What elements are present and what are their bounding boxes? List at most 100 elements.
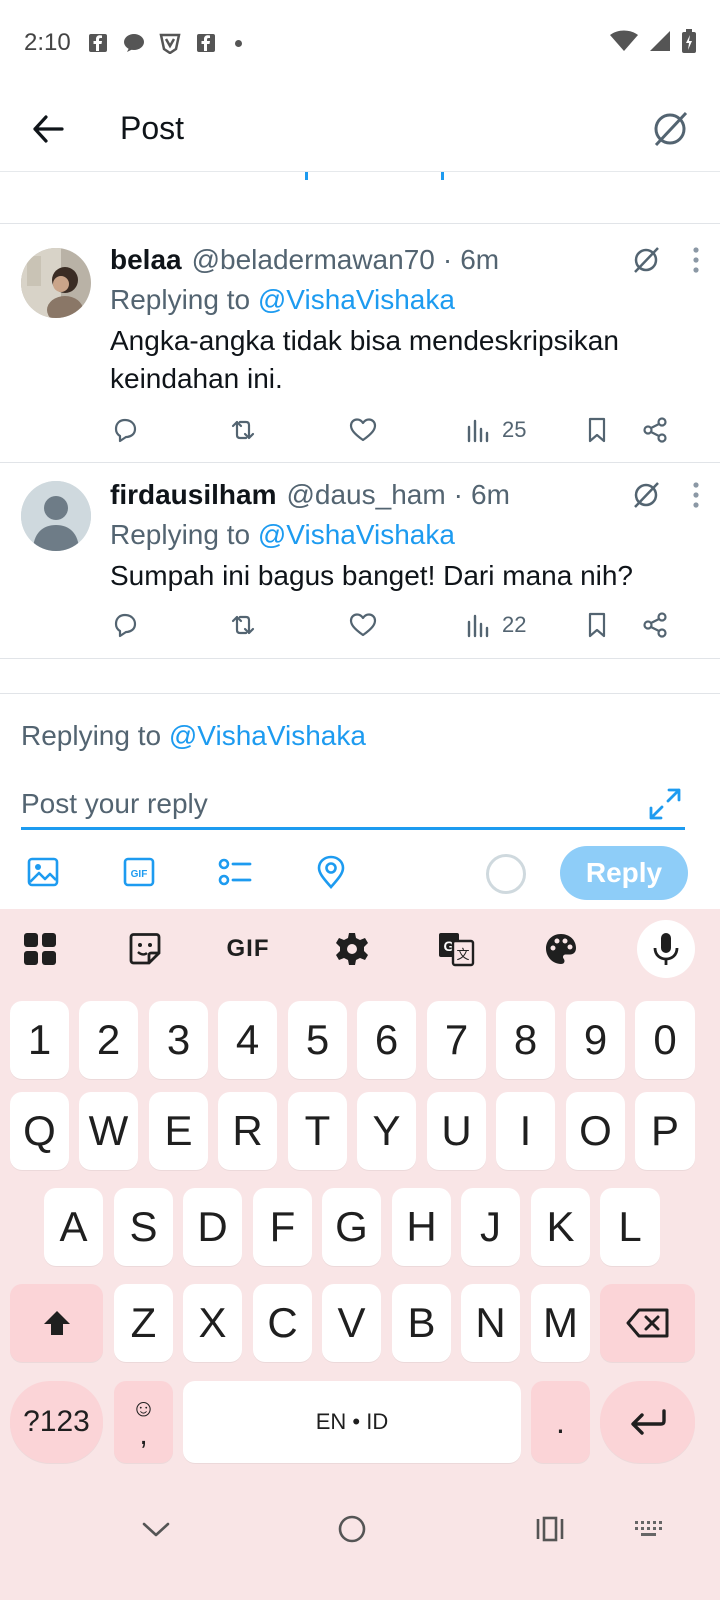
poll-button[interactable] — [213, 850, 257, 894]
like-action[interactable] — [348, 415, 378, 445]
key-p[interactable]: P — [635, 1092, 695, 1170]
expand-composer-button[interactable] — [645, 784, 685, 824]
gif-button[interactable]: GIF — [117, 850, 161, 894]
more-options-button[interactable] — [692, 246, 700, 281]
like-action[interactable] — [348, 610, 378, 640]
username[interactable]: @daus_ham — [286, 479, 445, 511]
key-5[interactable]: 5 — [288, 1001, 347, 1079]
key-g[interactable]: G — [322, 1188, 381, 1266]
post-text: Sumpah ini bagus banget! Dari mana nih? — [110, 560, 634, 591]
key-s[interactable]: S — [114, 1188, 173, 1266]
key-f[interactable]: F — [253, 1188, 312, 1266]
backspace-key[interactable] — [600, 1284, 695, 1362]
key-v[interactable]: V — [322, 1284, 381, 1362]
avatar[interactable] — [21, 248, 91, 318]
views-action[interactable]: 25 — [464, 415, 526, 445]
apps-grid-button[interactable] — [14, 923, 66, 975]
bookmark-action[interactable] — [582, 415, 612, 445]
key-i[interactable]: I — [496, 1092, 555, 1170]
location-button[interactable] — [309, 850, 353, 894]
username[interactable]: @beladermawan70 — [192, 244, 435, 276]
back-button[interactable] — [20, 101, 76, 157]
share-action[interactable] — [640, 610, 670, 640]
gif-keyboard-button[interactable]: GIF — [222, 923, 274, 975]
key-n[interactable]: N — [461, 1284, 520, 1362]
post-header: firdausilham @daus_ham · 6m — [110, 479, 700, 511]
emoji-comma-key[interactable]: ☺ , — [114, 1381, 173, 1463]
key-r[interactable]: R — [218, 1092, 277, 1170]
key-d[interactable]: D — [183, 1188, 242, 1266]
key-1[interactable]: 1 — [10, 1001, 69, 1079]
keyboard-switch-button[interactable] — [629, 1509, 669, 1549]
key-a[interactable]: A — [44, 1188, 103, 1266]
reply-post[interactable]: belaa @beladermawan70 · 6m Replying to @… — [0, 224, 720, 463]
display-name[interactable]: firdausilham — [110, 479, 276, 511]
key-l[interactable]: L — [600, 1188, 660, 1266]
recents-button[interactable] — [530, 1509, 570, 1549]
key-9[interactable]: 9 — [566, 1001, 625, 1079]
media-button[interactable] — [21, 850, 65, 894]
bookmark-icon — [588, 612, 606, 638]
sticker-button[interactable] — [119, 923, 171, 975]
reply-post[interactable]: firdausilham @daus_ham · 6m Replying to … — [0, 463, 720, 659]
key-z[interactable]: Z — [114, 1284, 173, 1362]
key-2[interactable]: 2 — [79, 1001, 138, 1079]
key-0[interactable]: 0 — [635, 1001, 695, 1079]
repost-action[interactable] — [228, 415, 258, 445]
key-h[interactable]: H — [392, 1188, 451, 1266]
display-name[interactable]: belaa — [110, 244, 182, 276]
views-action[interactable]: 22 — [464, 610, 526, 640]
key-y[interactable]: Y — [357, 1092, 416, 1170]
bookmark-action[interactable] — [582, 610, 612, 640]
replying-to: Replying to @VishaVishaka — [110, 284, 700, 316]
share-action[interactable] — [640, 415, 670, 445]
reply-action[interactable] — [110, 415, 140, 445]
comment-icon — [114, 418, 137, 443]
more-options-button[interactable] — [692, 481, 700, 516]
key-u[interactable]: U — [427, 1092, 486, 1170]
mention-link[interactable]: @VishaVishaka — [169, 720, 366, 751]
svg-text:文: 文 — [456, 947, 469, 962]
grok-button[interactable] — [630, 244, 662, 283]
mention-link[interactable]: @VishaVishaka — [258, 519, 455, 550]
symbols-key[interactable]: ?123 — [10, 1381, 103, 1463]
tab-indicator — [305, 172, 308, 180]
mention-link[interactable]: @VishaVishaka — [258, 284, 455, 315]
theme-button[interactable] — [535, 923, 587, 975]
post-header-actions — [630, 244, 700, 283]
key-j[interactable]: J — [461, 1188, 520, 1266]
key-m[interactable]: M — [531, 1284, 590, 1362]
space-key[interactable]: EN • ID — [183, 1381, 521, 1463]
translate-button[interactable]: G文 — [430, 923, 482, 975]
period-key[interactable]: . — [531, 1381, 590, 1463]
shift-key[interactable] — [10, 1284, 103, 1362]
key-x[interactable]: X — [183, 1284, 242, 1362]
key-b[interactable]: B — [392, 1284, 451, 1362]
key-8[interactable]: 8 — [496, 1001, 555, 1079]
reply-button[interactable]: Reply — [560, 846, 688, 900]
keyboard-settings-button[interactable] — [326, 923, 378, 975]
reply-action[interactable] — [110, 610, 140, 640]
share-icon — [643, 612, 667, 638]
key-3[interactable]: 3 — [149, 1001, 208, 1079]
key-c[interactable]: C — [253, 1284, 312, 1362]
key-6[interactable]: 6 — [357, 1001, 416, 1079]
key-t[interactable]: T — [288, 1092, 347, 1170]
key-o[interactable]: O — [566, 1092, 625, 1170]
key-k[interactable]: K — [531, 1188, 590, 1266]
key-w[interactable]: W — [79, 1092, 138, 1170]
key-e[interactable]: E — [149, 1092, 208, 1170]
avatar[interactable] — [21, 481, 91, 551]
home-button[interactable] — [332, 1509, 372, 1549]
key-7[interactable]: 7 — [427, 1001, 486, 1079]
voice-input-button[interactable] — [637, 920, 695, 978]
key-4[interactable]: 4 — [218, 1001, 277, 1079]
heart-icon — [349, 418, 377, 442]
enter-key[interactable] — [600, 1381, 695, 1463]
hide-keyboard-button[interactable] — [136, 1509, 176, 1549]
key-q[interactable]: Q — [10, 1092, 69, 1170]
grok-button[interactable] — [648, 107, 692, 151]
grok-button[interactable] — [630, 479, 662, 518]
reply-input[interactable] — [21, 787, 621, 820]
repost-action[interactable] — [228, 610, 258, 640]
